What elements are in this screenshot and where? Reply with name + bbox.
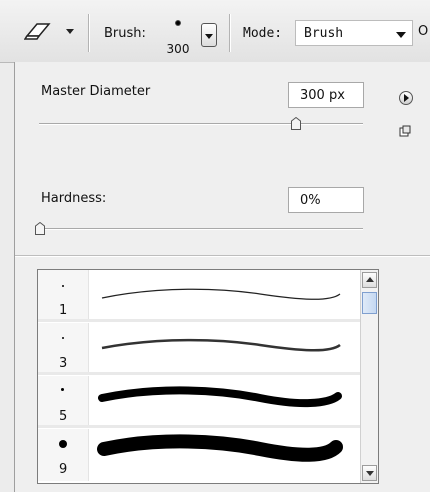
new-preset-icon[interactable]	[399, 125, 411, 137]
brush-preset-list: 1 3 5 9	[37, 269, 379, 484]
brush-preset-row[interactable]: 1	[38, 270, 360, 322]
master-diameter-label: Master Diameter	[41, 84, 151, 99]
brush-stroke-preview	[98, 386, 342, 408]
next-option-label: O	[418, 24, 429, 39]
brush-preset-row[interactable]: 9	[38, 429, 360, 481]
panel-divider	[15, 255, 430, 257]
brush-stroke-preview	[97, 434, 343, 462]
flyout-menu-icon[interactable]	[399, 91, 413, 105]
mode-label: Mode:	[243, 26, 283, 41]
brush-stroke-preview	[101, 288, 341, 300]
brush-list-scrollbar[interactable]	[360, 270, 378, 483]
hardness-label: Hardness:	[41, 191, 107, 206]
brush-preset-size: 9	[59, 462, 68, 477]
toolbar-divider	[229, 14, 230, 52]
scroll-up-icon[interactable]	[362, 272, 377, 288]
mode-select-value: Brush	[304, 26, 344, 41]
eraser-icon[interactable]	[24, 20, 52, 42]
brush-tip-icon	[61, 388, 64, 391]
chevron-down-icon	[396, 32, 406, 38]
options-bar: Brush: 300 Mode: Brush O	[0, 0, 430, 63]
brush-picker-panel: Master Diameter 300 px Hardness: 0% 1 3	[14, 62, 430, 492]
mode-select[interactable]: Brush	[295, 20, 413, 46]
hardness-slider-thumb[interactable]	[35, 222, 45, 235]
master-diameter-slider[interactable]	[39, 123, 363, 125]
brush-tip-icon	[59, 440, 67, 448]
brush-preset-row[interactable]: 3	[38, 323, 360, 375]
scrollbar-thumb[interactable]	[362, 292, 377, 314]
hardness-slider[interactable]	[39, 228, 363, 230]
brush-size-label: 300	[166, 42, 190, 56]
chevron-down-icon	[205, 34, 213, 39]
brush-label: Brush:	[104, 26, 146, 41]
brush-preset-size: 1	[59, 303, 68, 318]
brush-preset-size: 3	[59, 356, 68, 371]
brush-tip-icon	[62, 285, 64, 287]
brush-tip-icon	[175, 20, 181, 26]
scroll-down-icon[interactable]	[362, 465, 377, 481]
brush-preset-row[interactable]: 5	[38, 376, 360, 428]
brush-preset-size: 5	[59, 409, 68, 424]
brush-preview[interactable]: 300	[165, 12, 191, 56]
brush-stroke-preview	[101, 338, 341, 352]
tool-preset-dropdown-arrow[interactable]	[66, 29, 74, 34]
master-diameter-input[interactable]: 300 px	[288, 82, 364, 108]
brush-tip-icon	[62, 337, 64, 339]
toolbar-divider	[88, 14, 89, 52]
hardness-input[interactable]: 0%	[288, 187, 364, 213]
master-diameter-slider-thumb[interactable]	[291, 117, 301, 130]
brush-picker-button[interactable]	[201, 23, 217, 47]
